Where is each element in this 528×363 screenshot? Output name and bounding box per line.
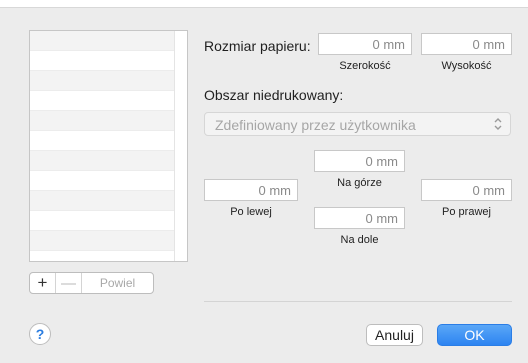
paper-size-list[interactable] <box>29 30 188 262</box>
help-button[interactable]: ? <box>29 323 51 345</box>
margin-left-label: Po lewej <box>230 206 272 218</box>
margin-top-field[interactable]: 0 mm <box>314 150 405 172</box>
cancel-button[interactable]: Anuluj <box>366 324 423 346</box>
margin-bottom-label: Na dole <box>340 234 379 246</box>
list-item[interactable] <box>30 251 187 261</box>
remove-button[interactable]: — <box>56 273 82 293</box>
list-item[interactable] <box>30 151 187 171</box>
margin-bottom-field[interactable]: 0 mm <box>314 207 405 229</box>
margin-right-label: Po prawej <box>442 206 491 218</box>
list-item[interactable] <box>30 191 187 211</box>
updown-chevron-icon <box>494 118 502 130</box>
list-item[interactable] <box>30 71 187 91</box>
add-button[interactable]: + <box>30 273 56 293</box>
printer-select[interactable]: Zdefiniowany przez użytkownika <box>204 112 511 136</box>
footer-divider <box>204 301 512 302</box>
paper-width-field[interactable]: 0 mm <box>318 33 412 55</box>
list-item[interactable] <box>30 31 187 51</box>
paper-height-field[interactable]: 0 mm <box>421 33 512 55</box>
margin-left-field[interactable]: 0 mm <box>204 179 298 201</box>
list-item[interactable] <box>30 211 187 231</box>
margin-right-field[interactable]: 0 mm <box>421 179 512 201</box>
list-item[interactable] <box>30 171 187 191</box>
margin-top-label: Na górze <box>337 177 382 189</box>
ok-button[interactable]: OK <box>437 324 512 346</box>
paper-size-label: Rozmiar papieru: <box>204 38 311 54</box>
paper-width-label: Szerokość <box>339 60 391 72</box>
paper-height-label: Wysokość <box>441 60 492 72</box>
window-top-edge <box>0 0 528 8</box>
list-item[interactable] <box>30 51 187 71</box>
list-item[interactable] <box>30 91 187 111</box>
printer-select-value: Zdefiniowany przez użytkownika <box>215 117 416 133</box>
duplicate-button[interactable]: Powiel <box>82 273 153 293</box>
list-toolbar: + — Powiel <box>29 272 154 294</box>
list-item[interactable] <box>30 131 187 151</box>
list-scrollbar[interactable] <box>174 31 187 261</box>
list-item[interactable] <box>30 111 187 131</box>
non-printable-area-label: Obszar niedrukowany: <box>204 87 344 103</box>
list-item[interactable] <box>30 231 187 251</box>
